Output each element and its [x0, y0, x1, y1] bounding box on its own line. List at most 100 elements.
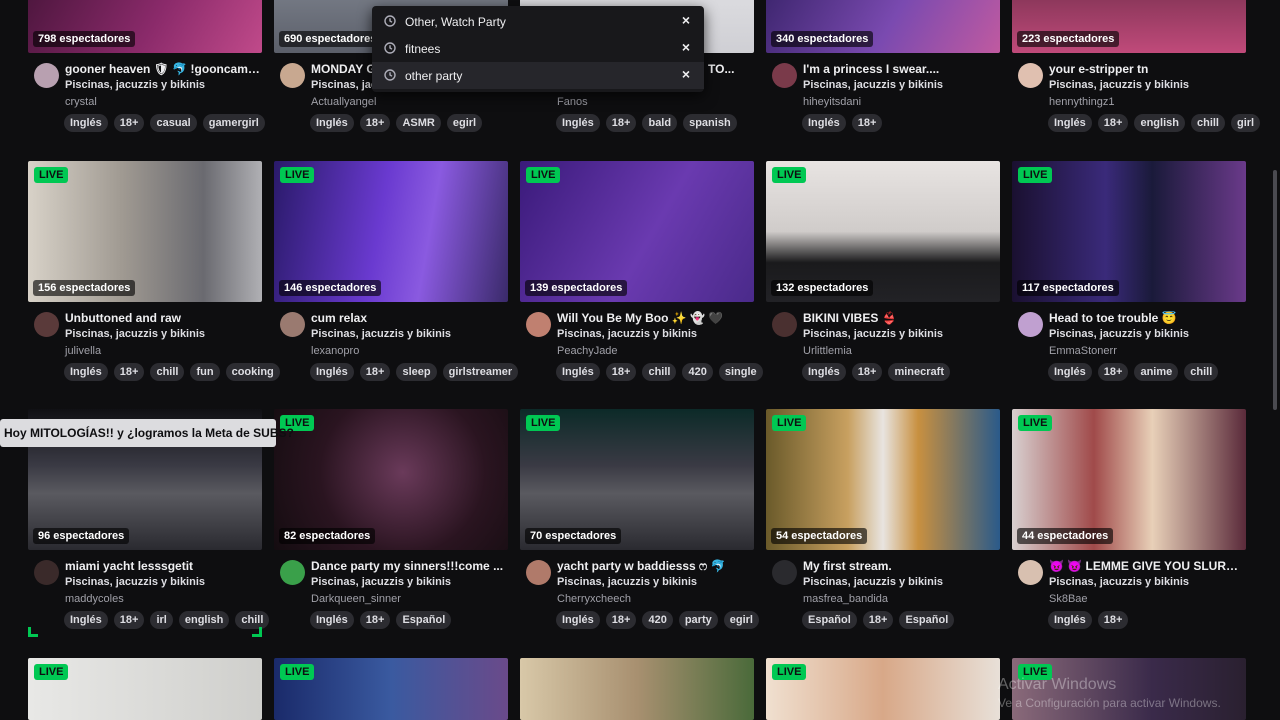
streamer-name[interactable]: julivella — [65, 345, 101, 357]
page-scrollbar[interactable] — [1273, 170, 1277, 410]
tag[interactable]: Inglés — [1048, 114, 1092, 132]
tag[interactable]: english — [178, 611, 230, 629]
stream-title[interactable]: Will You Be My Boo ✨ 👻 🖤 — [557, 311, 752, 325]
tag[interactable]: Inglés — [64, 611, 108, 629]
stream-title[interactable]: Unbuttoned and raw — [65, 311, 260, 325]
tag[interactable]: 18+ — [113, 363, 145, 381]
stream-thumbnail[interactable] — [520, 658, 754, 720]
streamer-name[interactable]: Urlittlemia — [803, 345, 852, 357]
tag[interactable]: cooking — [225, 363, 280, 381]
tag[interactable]: 420 — [642, 611, 673, 629]
tag[interactable]: 18+ — [851, 114, 883, 132]
stream-category[interactable]: Piscinas, jacuzzis y bikinis — [65, 328, 205, 340]
stream-title[interactable]: cum relax — [311, 311, 506, 325]
tag[interactable]: Español — [802, 611, 857, 629]
tag[interactable]: girl — [1231, 114, 1261, 132]
streamer-name[interactable]: masfrea_bandida — [803, 593, 888, 605]
tag[interactable]: 18+ — [1097, 611, 1129, 629]
tag[interactable]: 18+ — [359, 363, 391, 381]
stream-thumbnail[interactable]: LIVE 117 espectadores — [1012, 161, 1246, 302]
stream-title[interactable]: your e-stripper tn — [1049, 62, 1244, 76]
tag[interactable]: Inglés — [556, 611, 600, 629]
stream-category[interactable]: Piscinas, jacuzzis y bikinis — [1049, 576, 1189, 588]
tag[interactable]: chill — [1184, 363, 1219, 381]
remove-history-button[interactable]: × — [682, 39, 690, 55]
stream-category[interactable]: Piscinas, jacuzzis y bikinis — [557, 328, 697, 340]
tag[interactable]: Inglés — [310, 114, 354, 132]
tag[interactable]: minecraft — [888, 363, 950, 381]
tag[interactable]: 18+ — [862, 611, 894, 629]
stream-title[interactable]: My first stream. — [803, 559, 998, 573]
search-history-item[interactable]: fitnees × — [372, 35, 704, 62]
stream-title[interactable]: Dance party my sinners!!!come ... — [311, 559, 506, 573]
stream-title[interactable]: miami yacht lesssgetit — [65, 559, 260, 573]
stream-title[interactable]: yacht party w baddiesss ෆ 🐬 — [557, 559, 752, 574]
avatar[interactable] — [280, 312, 305, 337]
streamer-name[interactable]: hiheyitsdani — [803, 96, 861, 108]
stream-thumbnail[interactable]: 223 espectadores — [1012, 0, 1246, 53]
stream-category[interactable]: Piscinas, jacuzzis y bikinis — [1049, 79, 1189, 91]
tag[interactable]: Inglés — [310, 611, 354, 629]
remove-history-button[interactable]: × — [682, 66, 690, 82]
streamer-name[interactable]: PeachyJade — [557, 345, 618, 357]
stream-title[interactable]: 😈 😈 LEMME GIVE YOU SLURP ... — [1049, 559, 1244, 573]
search-history-item[interactable]: Other, Watch Party × — [372, 8, 704, 35]
streamer-name[interactable]: lexanopro — [311, 345, 359, 357]
avatar[interactable] — [34, 312, 59, 337]
streamer-name[interactable]: maddycoles — [65, 593, 124, 605]
tag[interactable]: girlstreamer — [442, 363, 519, 381]
tag[interactable]: english — [1134, 114, 1185, 132]
avatar[interactable] — [280, 63, 305, 88]
tag[interactable]: Inglés — [1048, 611, 1092, 629]
tag[interactable]: egirl — [723, 611, 759, 629]
tag[interactable]: bald — [642, 114, 678, 132]
streamer-name[interactable]: crystal — [65, 96, 97, 108]
tag[interactable]: Inglés — [556, 363, 600, 381]
search-history-item[interactable]: other party × — [372, 62, 704, 89]
stream-thumbnail[interactable]: LIVE 70 espectadores — [520, 409, 754, 550]
stream-title[interactable]: TO... — [708, 62, 758, 76]
tag[interactable]: ASMR — [396, 114, 441, 132]
tag[interactable]: fun — [190, 363, 220, 381]
tag[interactable]: 18+ — [1097, 114, 1129, 132]
stream-category[interactable]: Piscinas, jacuzzis y bikinis — [65, 576, 205, 588]
stream-category[interactable]: Piscinas, jacuzzis y bikinis — [557, 576, 697, 588]
avatar[interactable] — [34, 560, 59, 585]
tag[interactable]: spanish — [683, 114, 737, 132]
stream-category[interactable]: Piscinas, jacuzzis y bikinis — [65, 79, 205, 91]
streamer-name[interactable]: Cherryxcheech — [557, 593, 631, 605]
tag[interactable]: 18+ — [605, 363, 637, 381]
tag[interactable]: 18+ — [1097, 363, 1129, 381]
stream-title[interactable]: I'm a princess I swear.... — [803, 62, 998, 76]
avatar[interactable] — [526, 560, 551, 585]
tag[interactable]: sleep — [396, 363, 437, 381]
tag[interactable]: egirl — [446, 114, 483, 132]
streamer-name[interactable]: Actuallyangel — [311, 96, 376, 108]
tag[interactable]: Inglés — [64, 363, 108, 381]
stream-thumbnail[interactable]: LIVE 82 espectadores — [274, 409, 508, 550]
tag[interactable]: casual — [150, 114, 197, 132]
stream-title[interactable]: gooner heaven 🛡 🐬 !gooncam ... — [65, 62, 260, 76]
tag[interactable]: Español — [899, 611, 955, 629]
avatar[interactable] — [772, 312, 797, 337]
stream-category[interactable]: Piscinas, jacuzzis y bikinis — [803, 576, 943, 588]
streamer-name[interactable]: Sk8Bae — [1049, 593, 1088, 605]
stream-thumbnail[interactable]: LIVE 132 espectadores — [766, 161, 1000, 302]
tag[interactable]: Inglés — [310, 363, 354, 381]
tag[interactable]: Inglés — [1048, 363, 1092, 381]
stream-thumbnail[interactable]: LIVE 44 espectadores — [1012, 409, 1246, 550]
tag[interactable]: gamergirl — [202, 114, 265, 132]
tag[interactable]: Inglés — [556, 114, 600, 132]
stream-thumbnail[interactable]: 340 espectadores — [766, 0, 1000, 53]
stream-thumbnail[interactable]: LIVE 146 espectadores — [274, 161, 508, 302]
stream-thumbnail[interactable]: LIVE — [274, 658, 508, 720]
tag[interactable]: chill — [642, 363, 677, 381]
avatar[interactable] — [772, 560, 797, 585]
stream-thumbnail[interactable]: LIVE 54 espectadores — [766, 409, 1000, 550]
stream-title[interactable]: Head to toe trouble 😇 — [1049, 311, 1244, 325]
tag[interactable]: 18+ — [113, 611, 145, 629]
stream-category[interactable]: Piscinas, jacuzzis y bikinis — [311, 576, 451, 588]
tag[interactable]: 18+ — [851, 363, 883, 381]
tag[interactable]: 18+ — [605, 611, 637, 629]
stream-category[interactable]: Piscinas, jacuzzis y bikinis — [803, 79, 943, 91]
